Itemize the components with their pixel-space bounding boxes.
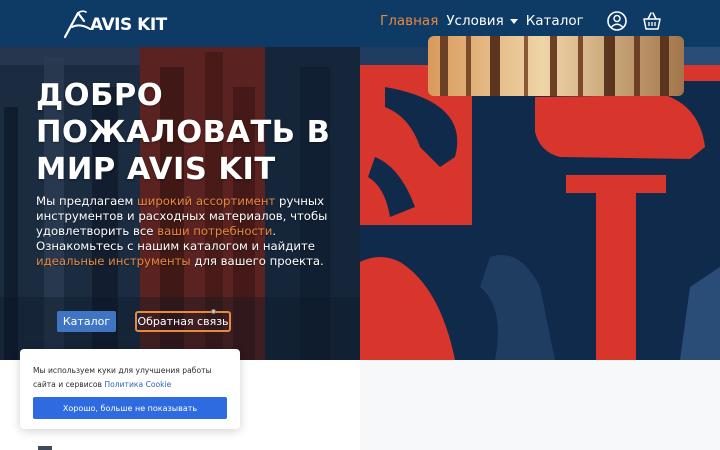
cookie-policy-link[interactable]: Политика Cookie xyxy=(104,380,171,389)
content-right-panel xyxy=(360,360,720,450)
main-nav: Главная Условия Каталог xyxy=(380,13,584,29)
forest-image xyxy=(428,36,684,96)
decorative-dot xyxy=(211,309,216,314)
chevron-down-icon xyxy=(509,18,518,24)
hero-highlight-text: широкий ассортимент xyxy=(137,194,276,208)
hero-description: Мы предлагаем широкий ассортимент ручных… xyxy=(36,194,336,269)
nav-item-terms-label: Условия xyxy=(446,13,504,29)
catalog-button[interactable]: Каталог xyxy=(57,311,116,332)
brand-logo[interactable]: AVIS KIT xyxy=(62,7,167,41)
brand-name: AVIS KIT xyxy=(90,15,167,35)
cookie-banner: Мы используем куки для улучшения работы … xyxy=(20,349,240,429)
feedback-button[interactable]: Обратная связь xyxy=(135,311,231,332)
hero-highlight-text: ваши потребности xyxy=(157,224,273,238)
hero-text-segment: для вашего проекта. xyxy=(190,254,324,268)
nav-item-catalog[interactable]: Каталог xyxy=(526,13,584,29)
hero-highlight-text: идеальные инструменты xyxy=(36,254,191,268)
user-icon[interactable] xyxy=(606,10,628,32)
hero-title: ДОБРО ПОЖАЛОВАТЬ В МИР AVIS KIT xyxy=(36,78,331,187)
hero-text-segment: Мы предлагаем xyxy=(36,194,138,208)
nav-item-home[interactable]: Главная xyxy=(380,13,438,29)
cookie-accept-button[interactable]: Хорошо, больше не показывать xyxy=(33,397,227,419)
forest-illustration xyxy=(428,36,684,96)
section-marker-icon xyxy=(38,446,52,450)
cookie-message: Мы используем куки для улучшения работы … xyxy=(33,364,233,391)
nav-item-terms[interactable]: Условия xyxy=(446,13,518,29)
cart-icon[interactable] xyxy=(641,10,663,32)
